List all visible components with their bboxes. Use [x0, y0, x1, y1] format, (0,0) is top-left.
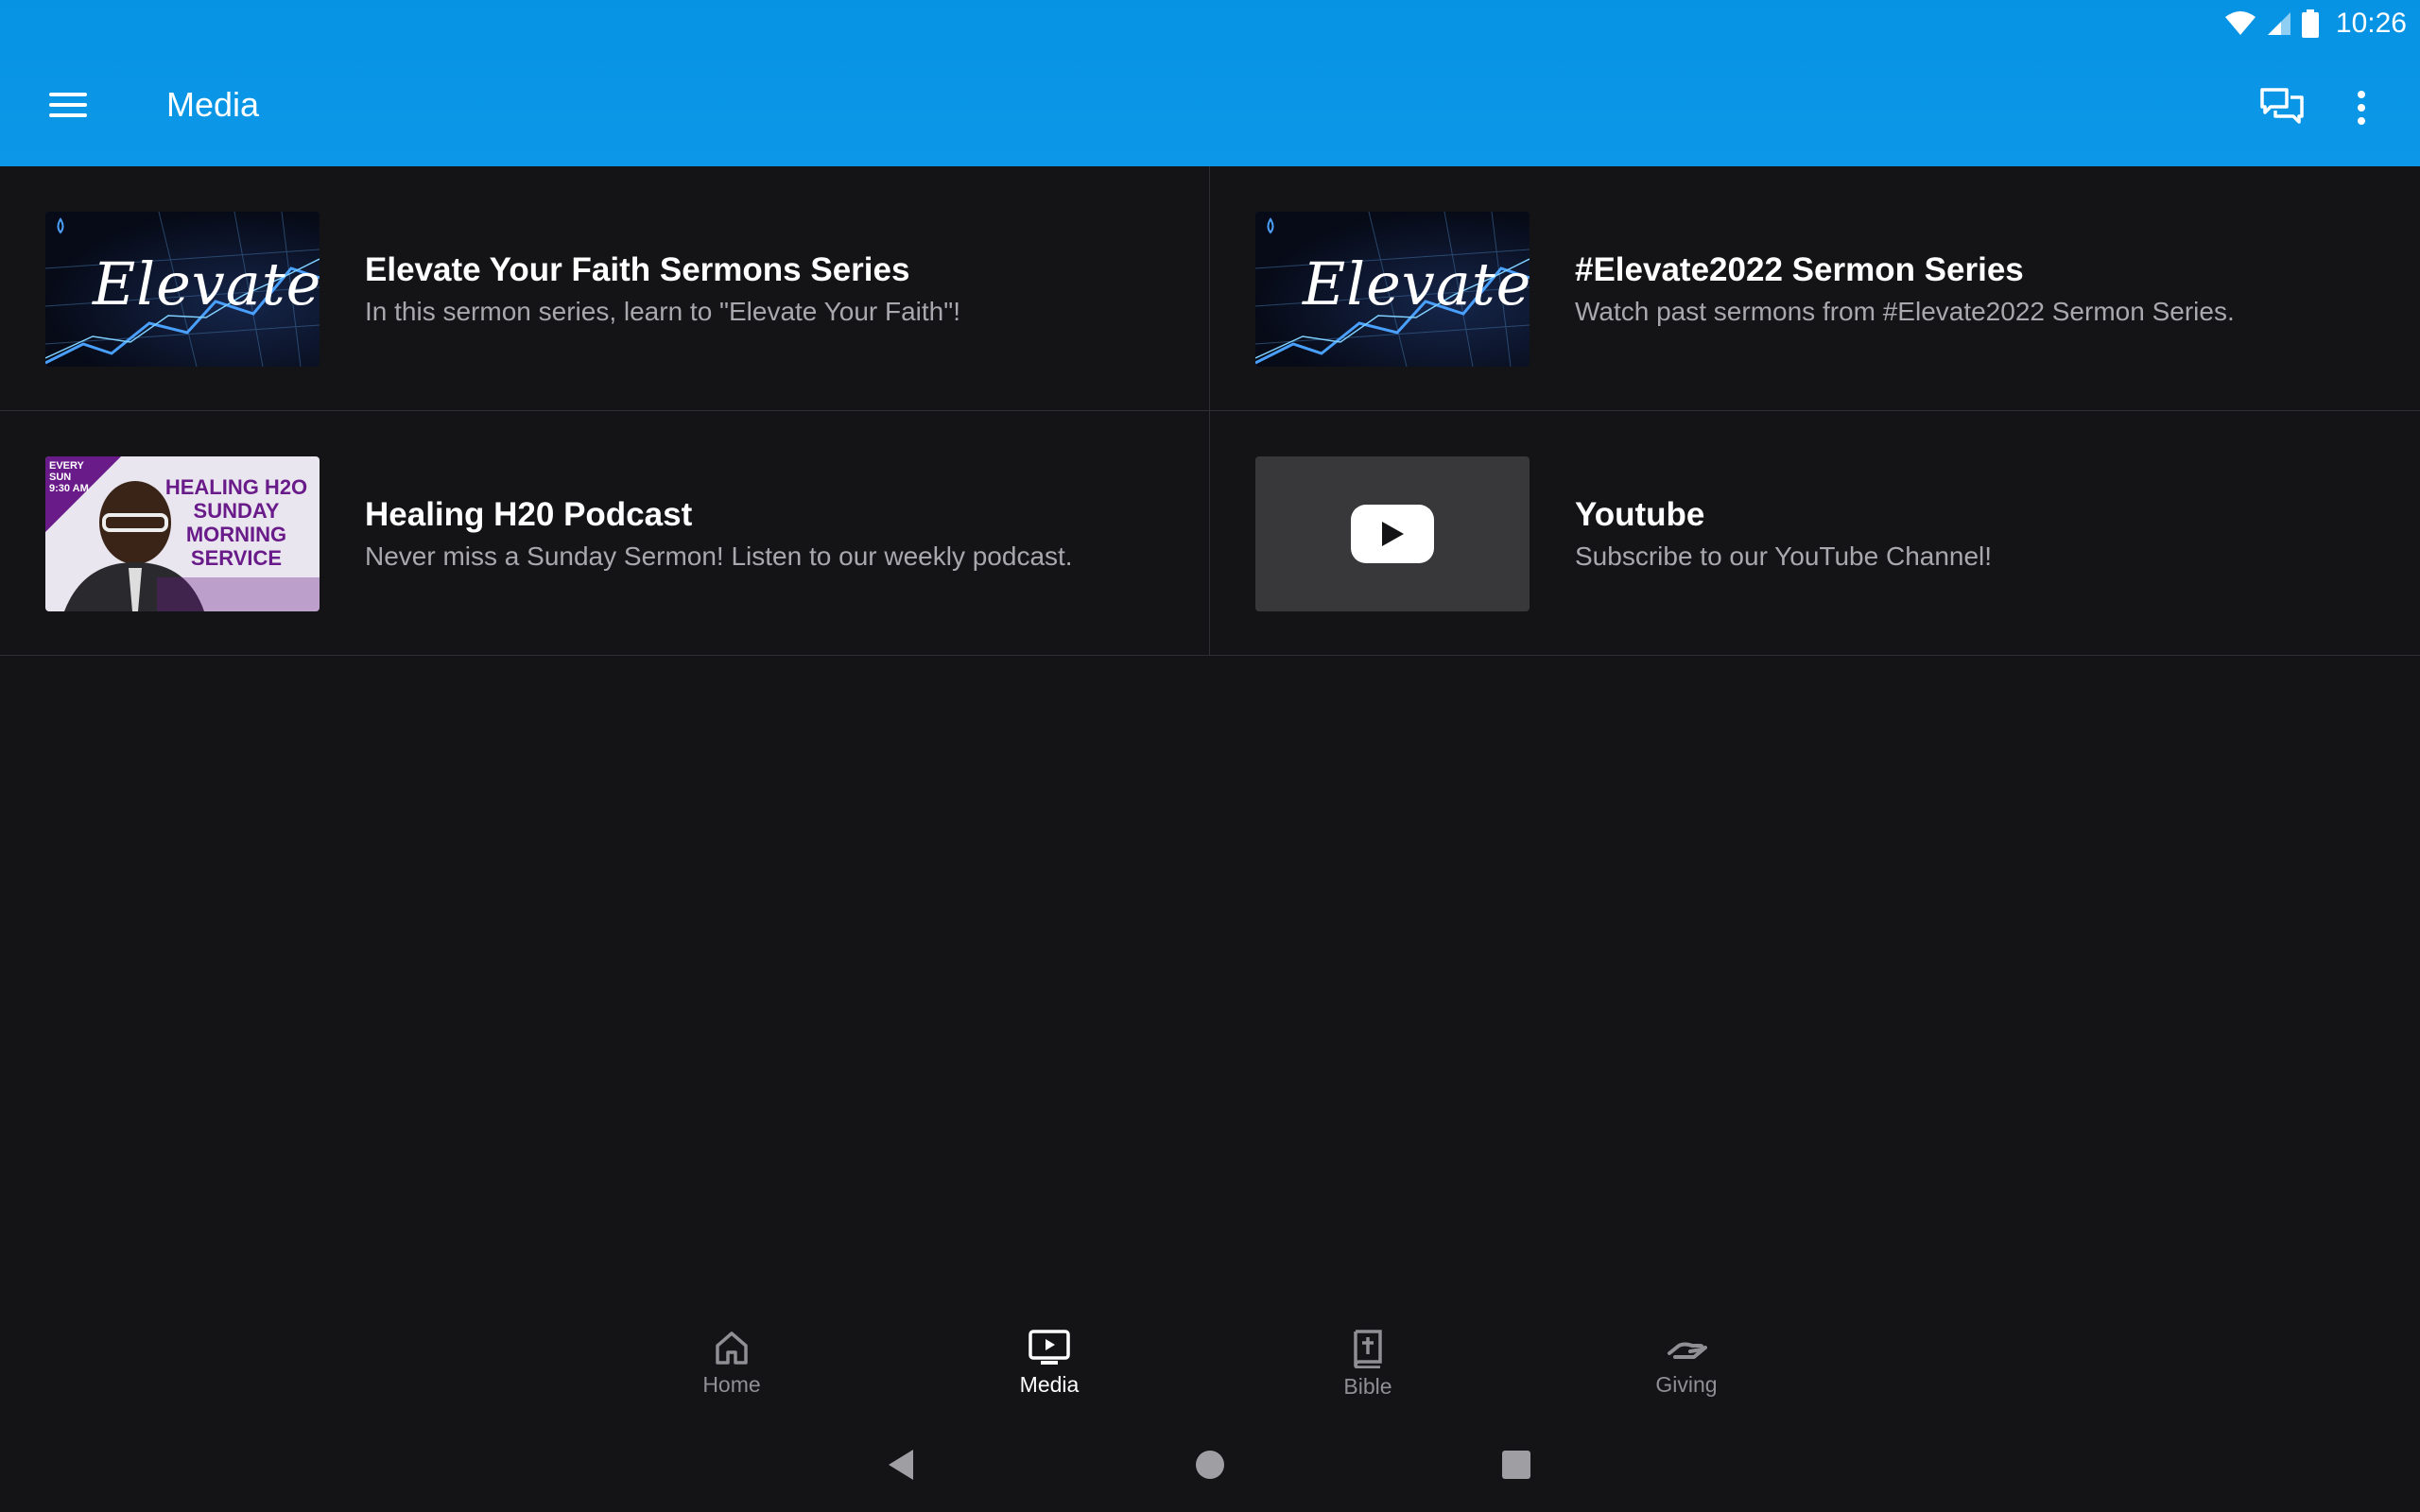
- elevate-thumbnail: Elevate: [1255, 212, 1530, 367]
- nav-label: Giving: [1655, 1372, 1718, 1397]
- media-item-title: #Elevate2022 Sermon Series: [1575, 251, 2024, 288]
- bottom-navigation: Home Media Bible Giving: [0, 1314, 2420, 1418]
- youtube-play-icon: [1351, 505, 1434, 563]
- media-item-subtitle: Never miss a Sunday Sermon! Listen to ou…: [365, 541, 1073, 571]
- nav-item-home[interactable]: Home: [656, 1329, 807, 1414]
- media-item-youtube[interactable]: Youtube Subscribe to our YouTube Channel…: [1210, 411, 2420, 656]
- hamburger-menu-icon[interactable]: [45, 87, 91, 125]
- podcast-badge: EVERY SUN 9:30 AM: [49, 460, 89, 494]
- nav-item-bible[interactable]: Bible: [1292, 1329, 1443, 1414]
- thumb-text: Elevate: [93, 249, 320, 318]
- media-item-title: Elevate Your Faith Sermons Series: [365, 251, 910, 288]
- media-item-subtitle: In this sermon series, learn to "Elevate…: [365, 297, 960, 326]
- media-grid: Elevate Elevate Your Faith Sermons Serie…: [0, 166, 2420, 656]
- media-item-title: Youtube: [1575, 496, 1705, 533]
- app-bar: 10:26 Media: [0, 0, 2420, 166]
- more-options-icon[interactable]: [2344, 85, 2378, 130]
- tv-play-icon: [1028, 1330, 1070, 1365]
- media-item-elevate2022[interactable]: Elevate #Elevate2022 Sermon Series Watch…: [1210, 166, 2420, 411]
- nav-item-media[interactable]: Media: [974, 1329, 1125, 1414]
- podcast-thumbnail: EVERY SUN 9:30 AM HEALING H2O SUNDAY MOR…: [45, 456, 320, 611]
- status-time: 10:26: [2335, 8, 2407, 39]
- system-navigation-bar: [0, 1418, 2420, 1512]
- thumb-text: HEALING H2O SUNDAY MORNING SERVICE: [164, 475, 308, 570]
- media-item-subtitle: Subscribe to our YouTube Channel!: [1575, 541, 1993, 571]
- status-bar: 10:26: [2224, 0, 2420, 47]
- elevate-thumbnail: Elevate: [45, 212, 320, 367]
- wifi-icon: [2224, 11, 2256, 35]
- thumb-text: Elevate: [1303, 249, 1530, 318]
- cell-signal-icon: [2267, 12, 2290, 35]
- youtube-thumbnail: [1255, 456, 1530, 611]
- media-item-healing-h20-podcast[interactable]: EVERY SUN 9:30 AM HEALING H2O SUNDAY MOR…: [0, 411, 1210, 656]
- giving-hand-icon: [1668, 1342, 1707, 1359]
- home-icon: [716, 1332, 748, 1365]
- page-title: Media: [166, 85, 260, 124]
- nav-item-giving[interactable]: Giving: [1611, 1329, 1762, 1414]
- nav-label: Media: [1019, 1372, 1080, 1397]
- media-item-subtitle: Watch past sermons from #Elevate2022 Ser…: [1575, 297, 2235, 326]
- battery-icon: [2301, 9, 2319, 38]
- back-icon[interactable]: [883, 1446, 921, 1484]
- home-circle-icon[interactable]: [1191, 1446, 1229, 1484]
- nav-label: Bible: [1343, 1374, 1392, 1399]
- nav-label: Home: [702, 1372, 761, 1397]
- media-item-title: Healing H20 Podcast: [365, 496, 693, 533]
- bible-icon: [1354, 1330, 1382, 1368]
- media-item-elevate-your-faith[interactable]: Elevate Elevate Your Faith Sermons Serie…: [0, 166, 1210, 411]
- chat-icon[interactable]: [2259, 87, 2305, 127]
- recents-icon[interactable]: [1497, 1446, 1535, 1484]
